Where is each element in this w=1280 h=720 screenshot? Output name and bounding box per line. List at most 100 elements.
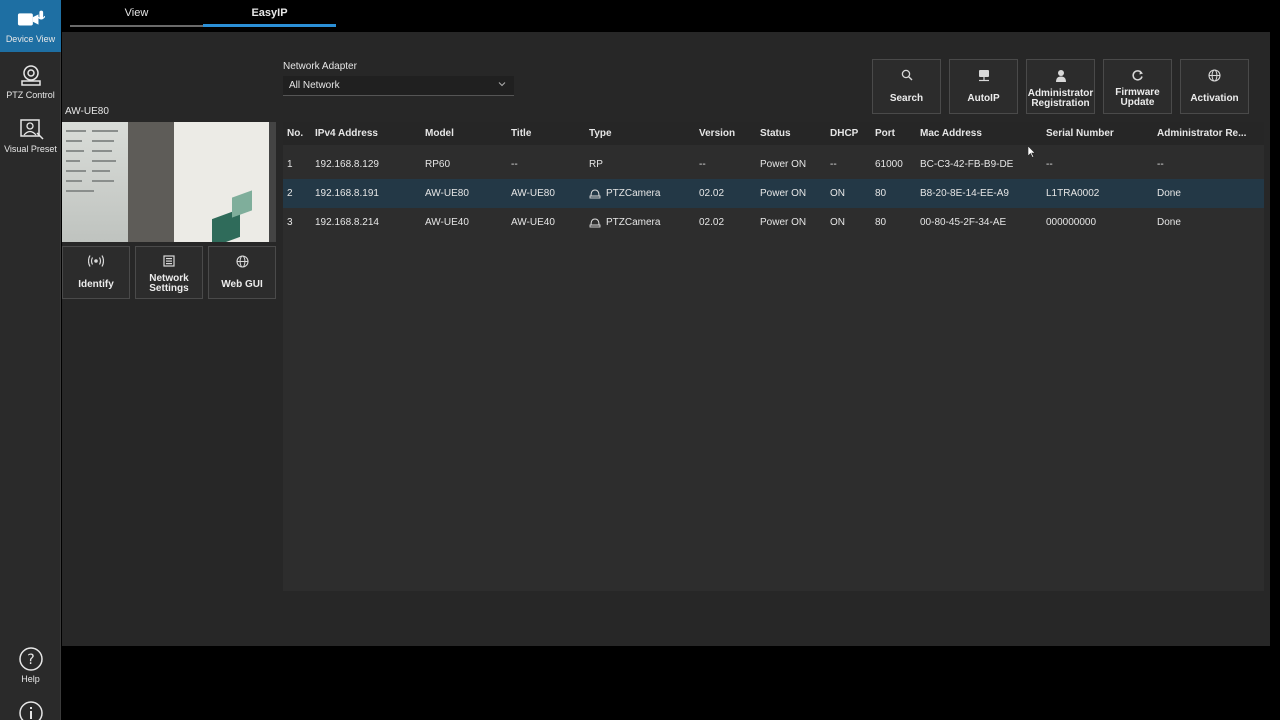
- web-gui-button[interactable]: Web GUI: [208, 246, 276, 299]
- identify-label: Identify: [78, 279, 114, 290]
- table-cell: 02.02: [699, 188, 725, 199]
- table-header: No. IPv4 Address Model Title Type Versio…: [283, 122, 1264, 145]
- info-icon: [17, 701, 45, 720]
- nav-ptz-control[interactable]: PTZ Control: [0, 56, 61, 108]
- table-cell: BC-C3-42-FB-B9-DE: [920, 159, 1014, 170]
- column-header[interactable]: Mac Address: [920, 122, 1044, 145]
- web-gui-label: Web GUI: [221, 279, 263, 290]
- table-cell: RP: [589, 159, 603, 170]
- table-cell: Power ON: [760, 159, 807, 170]
- table-cell: 3: [287, 217, 293, 228]
- table-cell: --: [699, 159, 706, 170]
- camera-preview: [62, 122, 276, 242]
- column-header[interactable]: Model: [425, 122, 509, 145]
- table-cell: AW-UE40: [511, 217, 555, 228]
- camera-title: AW-UE80: [65, 106, 109, 117]
- svg-text:?: ?: [27, 652, 34, 668]
- table-cell: Done: [1157, 217, 1181, 228]
- tab-view[interactable]: View: [70, 0, 203, 27]
- column-header[interactable]: Title: [511, 122, 587, 145]
- nav-visual-preset[interactable]: Visual Preset: [0, 110, 61, 162]
- tab-bar: View EasyIP: [62, 0, 1280, 32]
- table-cell: 000000000: [1046, 217, 1097, 228]
- network-settings-button[interactable]: Network Settings: [135, 246, 203, 299]
- search-label: Search: [889, 93, 924, 104]
- table-cell: AW-UE80: [425, 188, 469, 199]
- table-cell: PTZCamera: [589, 179, 697, 208]
- table-cell: 192.168.8.129: [315, 159, 379, 170]
- administrator-registration-button[interactable]: Administrator Registration: [1026, 59, 1095, 114]
- table-cell: 1: [287, 159, 293, 170]
- table-cell-text: PTZCamera: [606, 188, 661, 199]
- globe-icon: [235, 255, 249, 271]
- table-cell: --: [1046, 159, 1053, 170]
- identify-button[interactable]: Identify: [62, 246, 130, 299]
- user-icon: [1055, 69, 1067, 86]
- device-table: No. IPv4 Address Model Title Type Versio…: [283, 122, 1264, 591]
- nav-info[interactable]: [0, 694, 61, 720]
- table-cell: Power ON: [760, 188, 807, 199]
- chevron-down-icon: [498, 80, 506, 91]
- tab-easyip[interactable]: EasyIP: [203, 0, 336, 27]
- column-header[interactable]: Administrator Re...: [1157, 122, 1261, 145]
- nav-help-label: Help: [21, 674, 40, 684]
- table-cell: 80: [875, 217, 887, 228]
- activation-button[interactable]: Activation: [1180, 59, 1249, 114]
- ptz-camera-icon: [589, 188, 601, 199]
- search-button[interactable]: Search: [872, 59, 941, 114]
- broadcast-icon: [87, 255, 105, 270]
- visual-preset-icon: [17, 118, 45, 140]
- network-settings-label-line2: Settings: [149, 283, 189, 294]
- search-icon: [901, 69, 913, 84]
- autoip-label: AutoIP: [967, 93, 1000, 104]
- table-cell: RP60: [425, 159, 451, 170]
- column-header[interactable]: Type: [589, 122, 697, 145]
- nav-device-view[interactable]: Device View: [0, 0, 61, 52]
- table-row[interactable]: 3 192.168.8.214 AW-UE40 AW-UE40 PTZCamer…: [283, 208, 1264, 237]
- ptz-camera-icon: [589, 217, 601, 228]
- network-settings-icon: [163, 255, 175, 270]
- table-cell: --: [830, 159, 837, 170]
- column-header[interactable]: DHCP: [830, 122, 873, 145]
- globe-icon: [1208, 69, 1221, 85]
- table-cell: ON: [830, 217, 845, 228]
- table-cell: 02.02: [699, 217, 725, 228]
- network-adapter-label: Network Adapter: [283, 61, 357, 72]
- ptz-camera-icon: [17, 64, 45, 86]
- column-header[interactable]: IPv4 Address: [315, 122, 423, 145]
- table-cell: B8-20-8E-14-EE-A9: [920, 188, 1009, 199]
- nav-help[interactable]: ? Help: [0, 640, 61, 692]
- table-cell: --: [1157, 159, 1164, 170]
- column-header[interactable]: Version: [699, 122, 758, 145]
- refresh-icon: [1131, 69, 1144, 85]
- table-cell-text: PTZCamera: [606, 217, 661, 228]
- table-cell: --: [511, 159, 518, 170]
- network-device-icon: [977, 69, 991, 86]
- left-navigation: Device View PTZ Control Visual Preset ? …: [0, 0, 61, 720]
- administrator-label-line2: Registration: [1031, 98, 1090, 109]
- network-adapter-select[interactable]: All Network: [283, 76, 514, 96]
- column-header[interactable]: No.: [287, 122, 313, 145]
- table-cell: AW-UE80: [511, 188, 555, 199]
- table-cell: ON: [830, 188, 845, 199]
- table-cell: 192.168.8.191: [315, 188, 379, 199]
- firmware-update-button[interactable]: Firmware Update: [1103, 59, 1172, 114]
- table-row[interactable]: 2 192.168.8.191 AW-UE80 AW-UE80 PTZCamer…: [283, 179, 1264, 208]
- help-icon: ?: [17, 647, 45, 671]
- nav-visual-preset-label: Visual Preset: [4, 144, 57, 154]
- table-cell: 80: [875, 188, 887, 199]
- table-cell: PTZCamera: [589, 208, 697, 237]
- table-cell: 61000: [875, 159, 903, 170]
- video-camera-mic-icon: [17, 8, 45, 30]
- table-row[interactable]: 1 192.168.8.129 RP60 -- RP -- Power ON -…: [283, 150, 1264, 179]
- nav-device-view-label: Device View: [5, 34, 56, 44]
- autoip-button[interactable]: AutoIP: [949, 59, 1018, 114]
- table-cell: Done: [1157, 188, 1181, 199]
- network-adapter-value: All Network: [289, 80, 340, 91]
- table-cell: Power ON: [760, 217, 807, 228]
- column-header[interactable]: Serial Number: [1046, 122, 1154, 145]
- column-header[interactable]: Status: [760, 122, 828, 145]
- column-header[interactable]: Port: [875, 122, 918, 145]
- table-cell: L1TRA0002: [1046, 188, 1100, 199]
- table-cell: 192.168.8.214: [315, 217, 379, 228]
